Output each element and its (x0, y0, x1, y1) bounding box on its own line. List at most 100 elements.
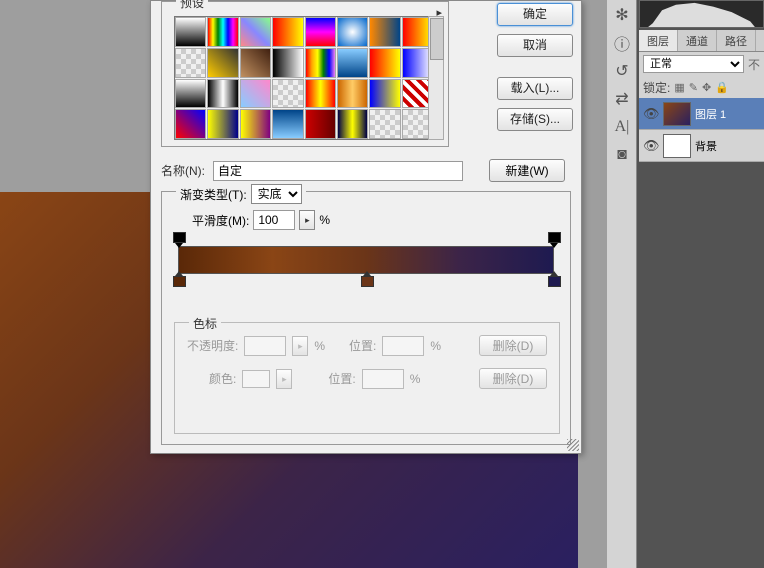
preset-swatch-27[interactable] (272, 109, 303, 139)
lock-pixels-icon[interactable]: ▦ (674, 81, 684, 94)
smoothness-input[interactable] (253, 210, 295, 230)
layer-list: 👁 图层 1 👁背景 (639, 98, 764, 162)
history-icon[interactable]: ↺ (609, 58, 635, 84)
preset-swatch-21[interactable] (337, 79, 368, 109)
color-stop-3[interactable] (548, 275, 559, 288)
lock-brush-icon[interactable]: ✎ (689, 81, 698, 94)
smoothness-stepper[interactable]: ▸ (299, 210, 315, 230)
gradient-editor-dialog: 预设 ▸ 确定 取消 载入(L)... 存储(S)... 名称(N): 新建(W… (150, 0, 582, 454)
preset-swatch-16[interactable] (175, 79, 206, 109)
preset-swatch-2[interactable] (240, 17, 271, 47)
new-button[interactable]: 新建(W) (489, 159, 565, 182)
layer-row-1[interactable]: 👁背景 (639, 130, 764, 162)
lock-label: 锁定: (643, 79, 670, 96)
preset-swatch-12[interactable] (305, 48, 336, 78)
color-position-input (362, 369, 404, 389)
gradient-type-label: 渐变类型(T): (180, 186, 247, 203)
opacity-position-unit: % (430, 339, 441, 353)
color-stop-2[interactable] (361, 275, 372, 288)
preset-swatch-14[interactable] (369, 48, 400, 78)
load-button[interactable]: 载入(L)... (497, 77, 573, 100)
preset-swatch-8[interactable] (175, 48, 206, 78)
preset-swatch-20[interactable] (305, 79, 336, 109)
color-position-unit: % (410, 372, 421, 386)
preset-swatch-11[interactable] (272, 48, 303, 78)
ok-button[interactable]: 确定 (497, 3, 573, 26)
opacity-label: 不透明度: (187, 337, 238, 354)
scrollbar-thumb[interactable] (430, 18, 444, 60)
preset-swatch-28[interactable] (305, 109, 336, 139)
name-label: 名称(N): (161, 162, 205, 179)
lock-all-icon[interactable]: 🔒 (715, 81, 729, 94)
preset-swatch-4[interactable] (305, 17, 336, 47)
color-label: 颜色: (209, 370, 236, 387)
opacity-stop-left[interactable] (173, 232, 184, 245)
visibility-toggle-icon[interactable]: 👁 (643, 106, 659, 122)
preset-swatch-grid (174, 16, 434, 140)
preset-swatch-29[interactable] (337, 109, 368, 139)
preset-swatch-0[interactable] (175, 17, 206, 47)
layer-name: 图层 1 (695, 106, 726, 122)
gradient-bar-area (178, 246, 554, 274)
preset-swatch-26[interactable] (240, 109, 271, 139)
preset-scrollbar[interactable] (428, 16, 444, 140)
preset-swatch-22[interactable] (369, 79, 400, 109)
opacity-stop-row: 不透明度: ▸ % 位置: % 删除(D) (175, 323, 559, 356)
gradient-bar[interactable] (178, 246, 554, 274)
info-icon[interactable]: ⓘ (609, 30, 635, 56)
visibility-toggle-icon[interactable]: 👁 (643, 138, 659, 154)
name-row: 名称(N): 新建(W) (161, 159, 571, 182)
presets-group: 预设 ▸ (161, 1, 449, 147)
preset-swatch-30[interactable] (369, 109, 400, 139)
color-stepper: ▸ (276, 369, 292, 389)
blend-mode-select[interactable]: 正常 (643, 55, 744, 73)
panel-tabs: 图层 通道 路径 (639, 30, 764, 52)
opacity-delete-button: 删除(D) (479, 335, 547, 356)
compass-icon[interactable]: ✻ (609, 2, 635, 28)
preset-swatch-24[interactable] (175, 109, 206, 139)
save-button[interactable]: 存储(S)... (497, 108, 573, 131)
preset-swatch-9[interactable] (207, 48, 238, 78)
smoothness-unit: % (319, 213, 330, 227)
color-position-label: 位置: (328, 370, 355, 387)
layer-thumbnail (663, 102, 691, 126)
layer-row-0[interactable]: 👁 图层 1 (639, 98, 764, 130)
tab-channels[interactable]: 通道 (678, 30, 717, 51)
smoothness-label: 平滑度(M): (192, 212, 249, 229)
preset-swatch-5[interactable] (337, 17, 368, 47)
opacity-position-label: 位置: (349, 337, 376, 354)
text-tool-icon[interactable]: A| (609, 114, 635, 140)
preset-swatch-17[interactable] (207, 79, 238, 109)
gradient-name-input[interactable] (213, 161, 463, 181)
preset-swatch-13[interactable] (337, 48, 368, 78)
layer-thumbnail (663, 134, 691, 158)
camera-icon[interactable]: ◙ (609, 142, 635, 168)
swap-icon[interactable]: ⇄ (609, 86, 635, 112)
lock-row: 锁定: ▦ ✎ ✥ 🔒 (639, 76, 764, 98)
preset-swatch-3[interactable] (272, 17, 303, 47)
color-delete-button: 删除(D) (479, 368, 547, 389)
opacity-unit: % (314, 339, 325, 353)
preset-swatch-6[interactable] (369, 17, 400, 47)
cancel-button[interactable]: 取消 (497, 34, 573, 57)
preset-swatch-18[interactable] (240, 79, 271, 109)
preset-swatch-25[interactable] (207, 109, 238, 139)
gradient-type-select[interactable]: 实底 (251, 184, 302, 204)
lock-move-icon[interactable]: ✥ (702, 81, 711, 94)
opacity-stop-right[interactable] (548, 232, 559, 245)
presets-label: 预设 (176, 0, 208, 11)
preset-swatch-1[interactable] (207, 17, 238, 47)
histogram (639, 0, 764, 28)
preset-swatch-10[interactable] (240, 48, 271, 78)
tab-layers[interactable]: 图层 (639, 30, 678, 51)
dialog-resize-grip[interactable] (567, 439, 579, 451)
dialog-buttons: 确定 取消 载入(L)... 存储(S)... (497, 3, 573, 139)
tab-paths[interactable]: 路径 (717, 30, 756, 51)
tool-column: ✻ ⓘ ↺ ⇄ A| ◙ (607, 0, 637, 568)
right-panel: ✻ ⓘ ↺ ⇄ A| ◙ 图层 通道 路径 正常 不 锁定: ▦ ✎ ✥ 🔒 👁… (607, 0, 764, 568)
preset-swatch-19[interactable] (272, 79, 303, 109)
color-stop-1[interactable] (173, 275, 184, 288)
gradient-type-group: 渐变类型(T): 实底 平滑度(M): ▸ % 色标 不透明度: ▸ % 位置: (161, 191, 571, 445)
blend-mode-row: 正常 不 (639, 52, 764, 76)
opacity-field-label: 不 (748, 56, 760, 73)
